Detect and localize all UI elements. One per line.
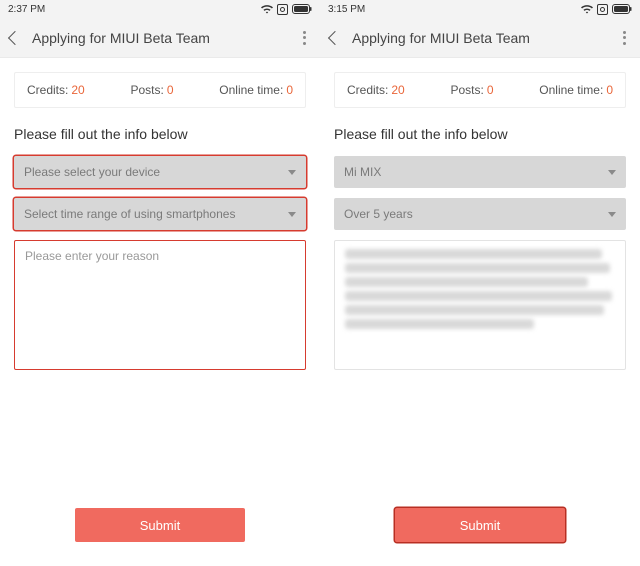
back-icon[interactable]: [8, 30, 22, 44]
reason-textarea[interactable]: Please enter your reason: [14, 240, 306, 370]
time-range-select[interactable]: Over 5 years: [334, 198, 626, 230]
credits-stat: Credits:20: [27, 83, 85, 97]
phone-right: 3:15 PM Applying for MIUI Beta Team Cred…: [320, 0, 640, 566]
status-time: 2:37 PM: [8, 4, 45, 15]
rotate-lock-icon: [597, 4, 608, 15]
title-bar: Applying for MIUI Beta Team: [0, 18, 320, 58]
submit-button[interactable]: Submit: [75, 508, 245, 542]
wifi-icon: [261, 5, 273, 14]
chevron-down-icon: [288, 212, 296, 217]
time-range-select-value: Over 5 years: [344, 207, 413, 221]
posts-stat: Posts:0: [450, 83, 493, 97]
device-select-value: Please select your device: [24, 165, 160, 179]
reason-textarea[interactable]: [334, 240, 626, 370]
content-area: Credits:20 Posts:0 Online time:0 Please …: [320, 58, 640, 566]
chevron-down-icon: [288, 170, 296, 175]
status-bar: 3:15 PM: [320, 0, 640, 18]
status-time: 3:15 PM: [328, 4, 365, 15]
wifi-icon: [581, 5, 593, 14]
device-select[interactable]: Mi MIX: [334, 156, 626, 188]
status-icons: [261, 4, 312, 15]
status-icons: [581, 4, 632, 15]
stats-bar: Credits:20 Posts:0 Online time:0: [334, 72, 626, 108]
status-bar: 2:37 PM: [0, 0, 320, 18]
reason-placeholder: Please enter your reason: [25, 249, 159, 263]
submit-button[interactable]: Submit: [395, 508, 565, 542]
posts-stat: Posts:0: [130, 83, 173, 97]
more-icon[interactable]: [299, 27, 310, 49]
page-title: Applying for MIUI Beta Team: [352, 30, 607, 46]
chevron-down-icon: [608, 170, 616, 175]
credits-stat: Credits:20: [347, 83, 405, 97]
chevron-down-icon: [608, 212, 616, 217]
title-bar: Applying for MIUI Beta Team: [320, 18, 640, 58]
online-stat: Online time:0: [219, 83, 293, 97]
blurred-text: [345, 249, 615, 329]
time-range-select-value: Select time range of using smartphones: [24, 207, 235, 221]
rotate-lock-icon: [277, 4, 288, 15]
stats-bar: Credits:20 Posts:0 Online time:0: [14, 72, 306, 108]
content-area: Credits:20 Posts:0 Online time:0 Please …: [0, 58, 320, 566]
device-select-value: Mi MIX: [344, 165, 381, 179]
page-title: Applying for MIUI Beta Team: [32, 30, 287, 46]
time-range-select[interactable]: Select time range of using smartphones: [14, 198, 306, 230]
online-stat: Online time:0: [539, 83, 613, 97]
battery-icon: [292, 4, 312, 14]
more-icon[interactable]: [619, 27, 630, 49]
back-icon[interactable]: [328, 30, 342, 44]
submit-wrap: Submit: [334, 508, 626, 566]
form-prompt: Please fill out the info below: [14, 126, 306, 142]
device-select[interactable]: Please select your device: [14, 156, 306, 188]
form-prompt: Please fill out the info below: [334, 126, 626, 142]
battery-icon: [612, 4, 632, 14]
phone-left: 2:37 PM Applying for MIUI Beta Team Cred…: [0, 0, 320, 566]
submit-wrap: Submit: [14, 508, 306, 566]
